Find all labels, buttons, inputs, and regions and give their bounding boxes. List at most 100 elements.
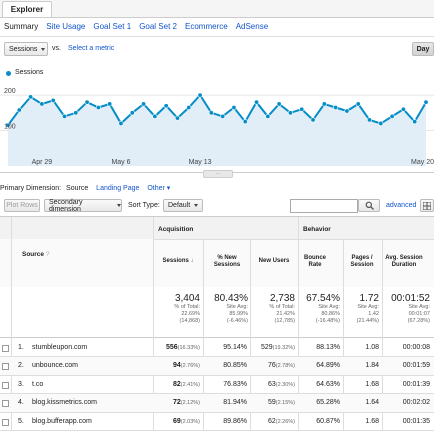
totals-bottom-line <box>0 337 434 338</box>
chart-point <box>299 106 305 112</box>
row-sessions-pct: (2.12%) <box>180 400 200 407</box>
day-button[interactable]: Day <box>412 42 434 56</box>
group-behavior: Behavior <box>303 226 331 233</box>
chart-point <box>174 115 180 121</box>
row-checkbox[interactable] <box>2 381 9 389</box>
subtab-ecommerce[interactable]: Ecommerce <box>185 22 228 31</box>
row-new-sessions: 80.85% <box>223 362 247 370</box>
chart-point <box>141 101 147 107</box>
total-duration-line2: 00:01:07 <box>408 311 430 317</box>
table-search-input[interactable] <box>290 199 358 213</box>
row-sessions: 94(2.76%) <box>154 362 200 369</box>
header-avg-duration[interactable]: Avg. Session Duration <box>384 255 424 269</box>
help-icon: ? <box>45 251 50 258</box>
sort-descending-icon: ↓ <box>190 258 194 264</box>
chart-point <box>197 92 203 98</box>
plot-rows-button[interactable]: Plot Rows <box>4 199 40 212</box>
row-pages-session: 1.68 <box>365 417 379 425</box>
row-avg-duration: 00:01:59 <box>402 362 430 370</box>
select-metric-link[interactable]: Select a metric <box>68 45 114 52</box>
header-new-sessions[interactable]: % New Sessions <box>205 255 249 269</box>
search-button[interactable] <box>358 199 380 212</box>
row-checkbox[interactable] <box>2 363 9 371</box>
row-bounce-rate: 64.89% <box>316 362 340 370</box>
row-new-users-pct: (2.26%) <box>275 418 295 425</box>
chart-x-tick-label: May 20 <box>411 159 434 166</box>
advanced-link[interactable]: advanced <box>386 202 416 209</box>
primary-dimension-label: Primary Dimension: <box>0 185 62 192</box>
total-duration-value: 00:01:52 <box>391 293 430 304</box>
sort-type-dropdown[interactable]: Default <box>163 199 203 212</box>
chart-point <box>61 113 67 119</box>
row-checkbox[interactable] <box>2 418 9 426</box>
chart-resize-handle[interactable]: ··· <box>203 170 233 178</box>
total-new-users-line3: (12,785) <box>274 318 296 324</box>
chart-point <box>39 101 45 107</box>
chart-point <box>73 110 79 116</box>
row-source-link[interactable]: blog.kissmetrics.com <box>32 399 97 406</box>
chart-point <box>95 104 101 110</box>
row-sessions: 556(16.33%) <box>154 344 200 351</box>
subtab-adsense[interactable]: AdSense <box>236 22 268 31</box>
header-sessions-label: Sessions <box>162 258 189 264</box>
row-new-users: 529(19.32%) <box>251 344 295 351</box>
chart-point <box>242 119 248 125</box>
legend-sessions: Sessions <box>15 69 44 76</box>
row-new-users-value: 76 <box>267 362 276 370</box>
view-toggle-button[interactable] <box>420 199 434 212</box>
dimension-source[interactable]: Source <box>66 185 88 192</box>
row-source-link[interactable]: blog.bufferapp.com <box>32 418 92 425</box>
total-bounce-rate: 67.54% Site Avg: 80.86% (-16.48%) <box>299 293 340 325</box>
row-new-users-pct: (2.30%) <box>275 381 295 388</box>
header-sessions[interactable]: Sessions ↓ <box>155 258 201 265</box>
total-bounce-line1: Site Avg: <box>318 304 340 310</box>
row-sessions-value: 69 <box>172 417 181 425</box>
subtab-summary[interactable]: Summary <box>4 22 38 31</box>
subtab-goal-set-1[interactable]: Goal Set 1 <box>93 22 131 31</box>
row-sessions-pct: (2.03%) <box>180 418 200 425</box>
sessions-chart: 100 200 Apr 29 May 6 May 13 May 20 <box>0 88 434 166</box>
chart-point <box>344 108 350 114</box>
chart-point <box>50 97 56 103</box>
total-duration-line1: Site Avg: <box>408 304 430 310</box>
row-new-users: 59(2.15%) <box>251 399 295 406</box>
total-pages-line3: (21.44%) <box>356 318 379 324</box>
chart-point <box>378 120 384 126</box>
row-checkbox[interactable] <box>2 345 9 352</box>
row-checkbox[interactable] <box>2 400 9 408</box>
header-bounce-rate[interactable]: Bounce Rate <box>300 255 330 269</box>
row-bounce-rate: 64.63% <box>316 380 340 388</box>
total-new-sessions: 80.43% Site Avg: 85.99% (-6.46%) <box>204 293 248 325</box>
total-avg-duration: 00:01:52 Site Avg: 00:01:07 (67.28%) <box>383 293 430 325</box>
row-source-link[interactable]: stumbleupon.com <box>32 344 87 351</box>
tab-explorer[interactable]: Explorer <box>2 1 52 17</box>
row-sessions-value: 94 <box>172 362 181 370</box>
group-divider <box>153 239 434 240</box>
total-pages-session: 1.72 Site Avg: 1.42 (21.44%) <box>344 293 379 325</box>
row-source-link[interactable]: t.co <box>32 381 43 388</box>
header-pages-session[interactable]: Pages / Session <box>345 255 379 269</box>
secondary-dimension-dropdown[interactable]: Secondary dimension <box>44 199 122 213</box>
metric-dropdown[interactable]: Sessions <box>4 42 48 56</box>
subtab-divider <box>0 36 434 37</box>
dimension-other[interactable]: Other <box>147 185 165 192</box>
row-source-link[interactable]: unbounce.com <box>32 362 78 369</box>
search-icon <box>365 201 374 210</box>
row-number: 1. <box>18 344 24 351</box>
subtab-site-usage[interactable]: Site Usage <box>46 22 85 31</box>
total-duration-line3: (67.28%) <box>407 318 430 324</box>
header-source[interactable]: Source ? <box>22 251 49 258</box>
row-avg-duration: 00:02:02 <box>402 399 430 407</box>
chevron-down-icon <box>117 204 121 207</box>
row-new-sessions: 89.86% <box>223 417 247 425</box>
header-new-users[interactable]: New Users <box>252 258 296 265</box>
chart-point <box>231 104 237 110</box>
total-new-users-line1: % of Total: <box>269 304 295 310</box>
subtab-goal-set-2[interactable]: Goal Set 2 <box>139 22 177 31</box>
row-new-users-value: 62 <box>267 417 276 425</box>
chart-point <box>412 119 418 125</box>
dimension-landing-page[interactable]: Landing Page <box>96 185 139 192</box>
total-pages-line2: 1.42 <box>368 311 379 317</box>
chart-y-ticks: 100 200 <box>4 88 16 130</box>
chart-point <box>220 113 226 119</box>
